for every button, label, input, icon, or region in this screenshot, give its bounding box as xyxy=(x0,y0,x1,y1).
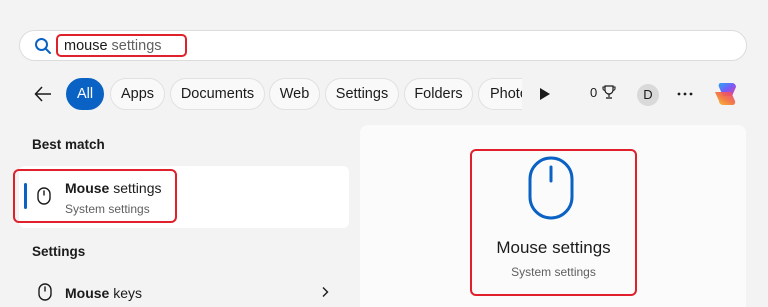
filter-photos[interactable]: Photo xyxy=(478,78,522,110)
play-icon[interactable] xyxy=(538,86,552,102)
copilot-icon[interactable] xyxy=(710,80,740,108)
filter-all[interactable]: All xyxy=(66,78,104,110)
filter-settings[interactable]: Settings xyxy=(325,78,399,110)
preview-highlight xyxy=(470,149,637,296)
search-icon xyxy=(35,38,51,54)
settings-item-label-bold: Mouse xyxy=(65,285,110,301)
best-match-highlight xyxy=(13,169,177,223)
search-box[interactable]: mouse settings xyxy=(19,30,747,61)
search-input[interactable]: mouse settings xyxy=(64,37,162,55)
settings-heading: Settings xyxy=(32,244,86,259)
search-query-suggestion: settings xyxy=(107,38,162,54)
more-options-icon[interactable] xyxy=(676,84,694,104)
windows-search-window: mouse settings All Apps Documents Web Se… xyxy=(0,0,768,307)
filter-documents[interactable]: Documents xyxy=(170,78,265,110)
trophy-icon[interactable] xyxy=(602,85,616,100)
settings-item-label-rest: keys xyxy=(109,285,143,301)
filter-folders[interactable]: Folders xyxy=(404,78,473,110)
mouse-icon xyxy=(38,283,52,301)
account-avatar[interactable]: D xyxy=(637,84,659,106)
filter-apps[interactable]: Apps xyxy=(110,78,165,110)
settings-item-mouse-keys[interactable]: Mouse keys xyxy=(65,285,142,301)
back-arrow-icon[interactable] xyxy=(33,84,53,104)
chevron-right-icon[interactable] xyxy=(320,286,330,298)
filter-web[interactable]: Web xyxy=(269,78,320,110)
best-match-heading: Best match xyxy=(32,137,105,152)
search-query-typed: mouse xyxy=(64,38,108,54)
rewards-points: 0 xyxy=(590,85,598,100)
